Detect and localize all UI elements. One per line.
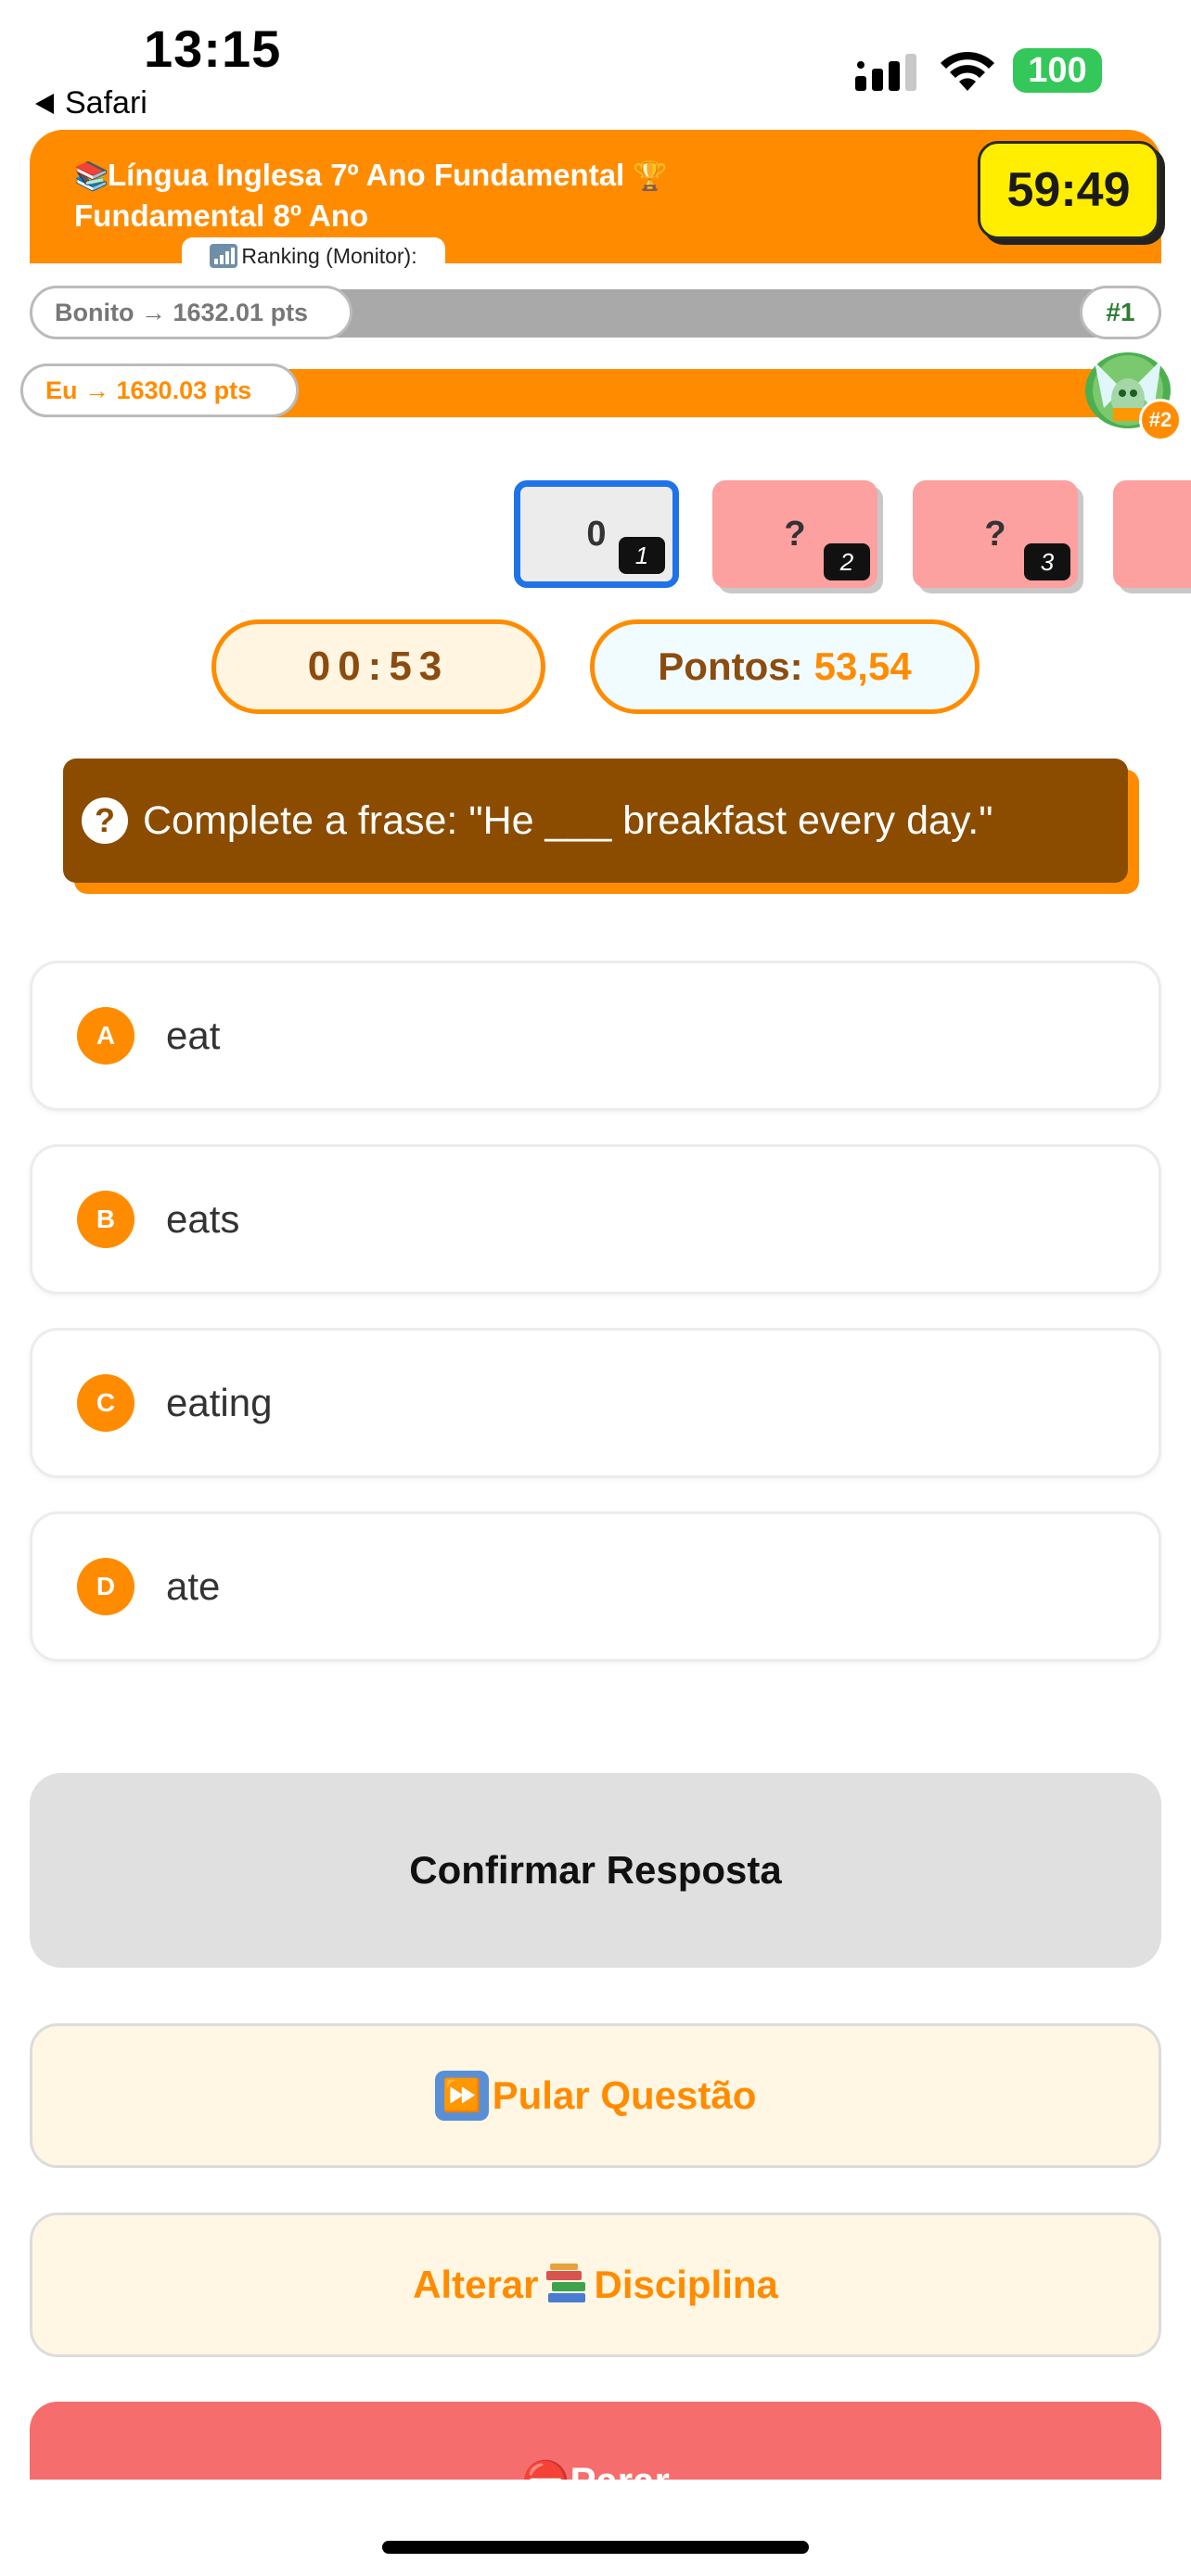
answer-option-d[interactable]: D ate (30, 1511, 1161, 1662)
option-text: ate (166, 1564, 221, 1608)
points-display: Pontos: 53,54 (590, 619, 980, 714)
ranking-first-position: #1 (1080, 286, 1161, 339)
session-timer: 59:49 (978, 141, 1159, 239)
bar-chart-icon (210, 244, 238, 268)
question-countdown: 00:53 (211, 619, 545, 714)
change-subject-prefix: Alterar (413, 2263, 539, 2306)
bottom-safe-area (0, 2480, 1191, 2576)
question-card: ? Complete a frase: "He ___ breakfast ev… (63, 759, 1128, 883)
ranking-tab[interactable]: Ranking (Monitor): (182, 237, 445, 274)
cellular-signal-icon (855, 54, 916, 91)
option-letter-badge: C (77, 1374, 134, 1432)
option-letter-badge: B (77, 1191, 134, 1248)
skip-question-label: Pular Questão (492, 2073, 757, 2117)
question-nav-number: 1 (619, 537, 665, 574)
books-icon: 📚 (74, 161, 109, 192)
question-nav-4[interactable]: ? (1113, 480, 1191, 588)
question-nav-number: 3 (1024, 543, 1070, 580)
option-text: eats (166, 1197, 240, 1241)
skip-question-button[interactable]: ⏩ Pular Questão (30, 2023, 1161, 2168)
confirm-answer-button[interactable]: Confirmar Resposta (30, 1773, 1161, 1968)
option-letter-badge: A (77, 1007, 134, 1065)
home-indicator[interactable] (382, 2541, 809, 2554)
back-label: Safari (65, 85, 147, 121)
back-to-safari[interactable]: Safari (35, 85, 147, 121)
ranking-tab-label: Ranking (Monitor): (241, 243, 417, 268)
battery-indicator: 100 (1013, 48, 1102, 93)
question-nav-number: 2 (824, 543, 870, 580)
question-nav-1[interactable]: 0 1 (514, 480, 679, 588)
answer-option-c[interactable]: C eating (30, 1328, 1161, 1478)
answer-option-b[interactable]: B eats (30, 1144, 1161, 1294)
wifi-icon (941, 51, 994, 91)
option-letter-badge: D (77, 1558, 134, 1615)
question-mark-icon: ? (82, 797, 128, 844)
option-text: eat (166, 1014, 221, 1057)
points-value: 53,54 (813, 644, 912, 688)
course-title: 📚Língua Inglesa 7º Ano Fundamental 🏆 Fun… (74, 156, 835, 236)
question-nav-label: 0 (586, 514, 607, 554)
battery-tip (1095, 61, 1101, 80)
question-nav-2[interactable]: ? 2 (712, 480, 877, 588)
ranking-me-position: #2 (1139, 399, 1182, 441)
question-nav-label: ? (984, 514, 1006, 554)
question-nav-3[interactable]: ? 3 (913, 480, 1078, 588)
ranking-me-label: Eu → 1630.03 pts (20, 363, 299, 417)
course-title-line2: Fundamental 8º Ano (74, 198, 369, 233)
ranking-first-label: Bonito → 1632.01 pts (30, 286, 352, 339)
back-triangle-icon (35, 93, 54, 114)
status-time: 13:15 (144, 19, 282, 78)
fast-forward-icon: ⏩ (434, 2071, 489, 2121)
books-icon (545, 2264, 585, 2302)
trophy-icon: 🏆 (633, 161, 668, 192)
course-title-line1: Língua Inglesa 7º Ano Fundamental (108, 158, 625, 192)
points-label: Pontos: (658, 644, 803, 688)
answer-option-a[interactable]: A eat (30, 961, 1161, 1111)
change-subject-button[interactable]: Alterar Disciplina (30, 2213, 1161, 2357)
change-subject-suffix: Disciplina (594, 2263, 778, 2306)
question-nav-label: ? (784, 514, 806, 554)
option-text: eating (166, 1381, 273, 1424)
question-text: Complete a frase: "He ___ breakfast ever… (143, 797, 993, 843)
